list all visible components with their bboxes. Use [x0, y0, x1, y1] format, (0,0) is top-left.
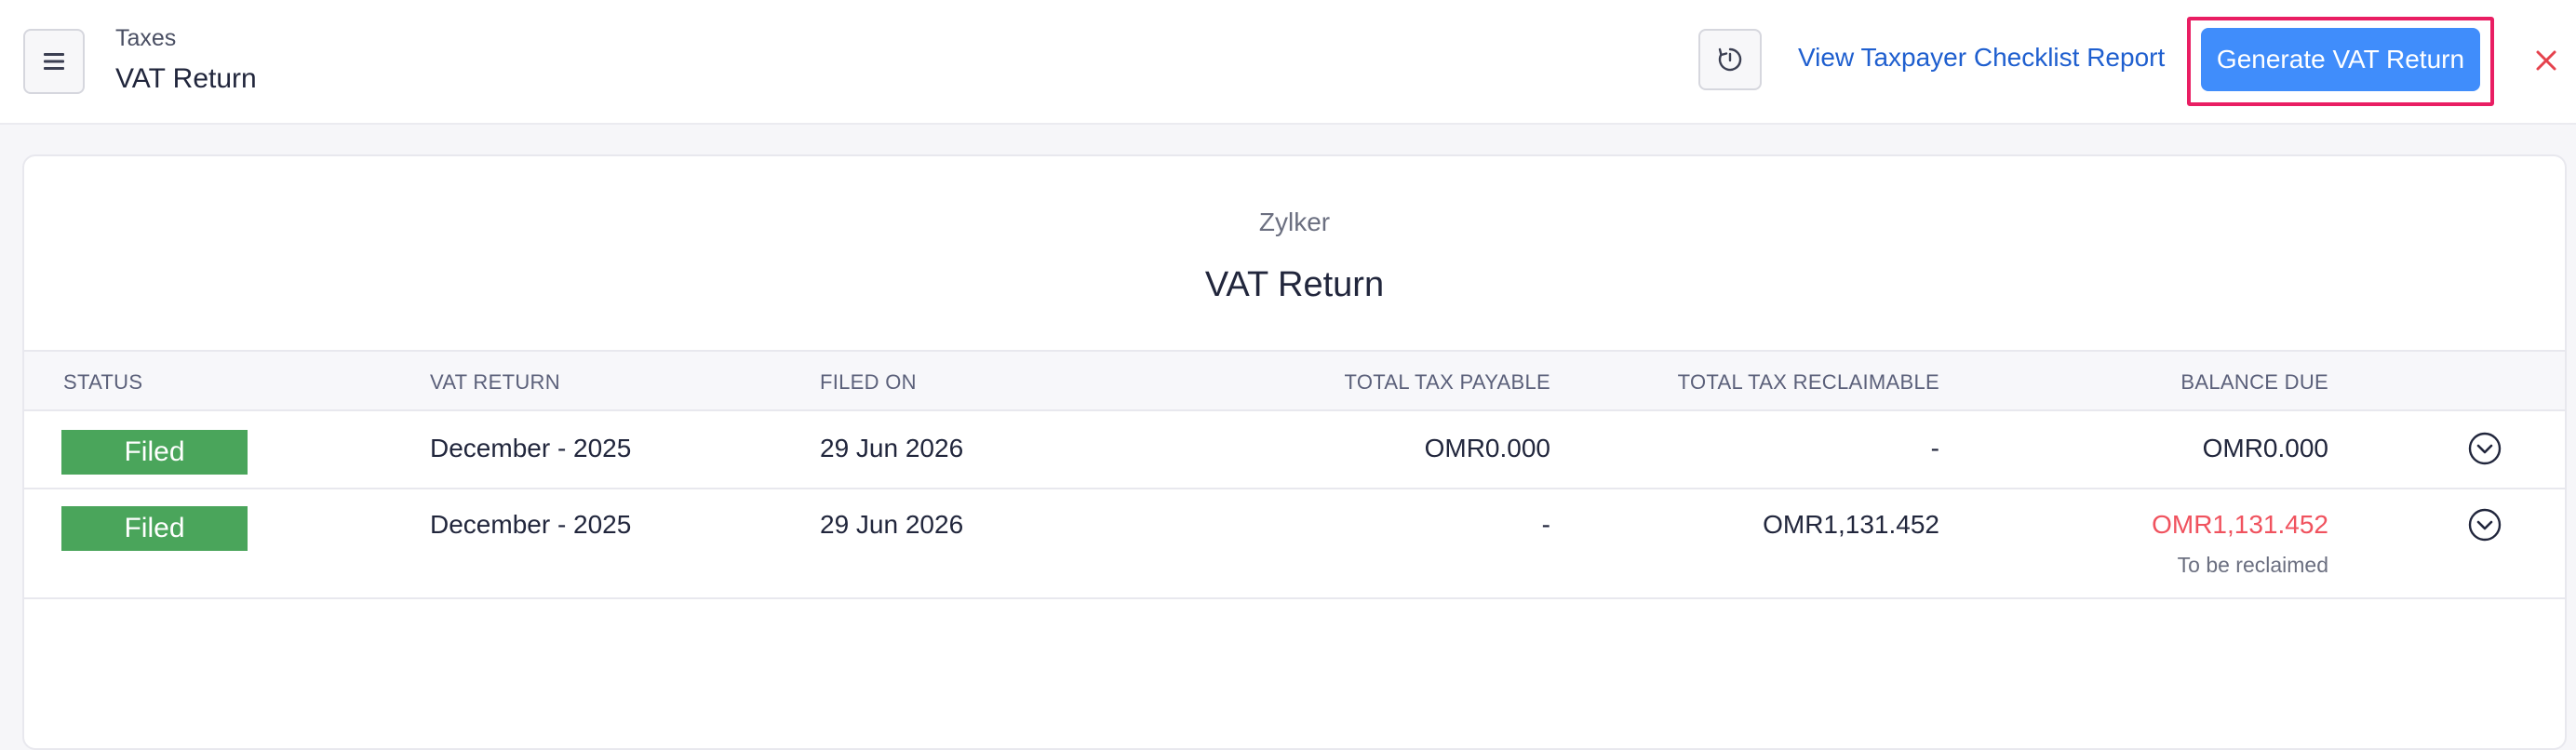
- organization-name: Zylker: [1258, 208, 1331, 236]
- top-header: Taxes VAT Return View Taxpayer Checklist…: [0, 0, 2576, 125]
- vat-return-period: December - 2025: [430, 510, 632, 539]
- total-tax-reclaimable: OMR1,131.452: [1763, 510, 1939, 539]
- total-tax-payable: -: [1541, 510, 1550, 539]
- status-badge: Filed: [61, 506, 248, 551]
- hamburger-icon: [44, 53, 64, 70]
- column-header-filed-on: FILED ON: [820, 370, 917, 394]
- close-button[interactable]: [2529, 42, 2563, 79]
- balance-due: OMR1,131.452: [2152, 510, 2328, 539]
- close-icon: [2536, 50, 2556, 71]
- balance-note: To be reclaimed: [2177, 553, 2328, 577]
- column-header-total-tax-payable: TOTAL TAX PAYABLE: [1344, 370, 1550, 394]
- expand-row-button[interactable]: [2468, 508, 2502, 542]
- table-row: Filed December - 2025 29 Jun 2026 OMR0.0…: [24, 411, 2565, 489]
- column-header-vat-return: VAT RETURN: [430, 370, 560, 394]
- filed-on-date: 29 Jun 2026: [820, 510, 964, 539]
- column-header-status: STATUS: [63, 370, 143, 394]
- total-tax-reclaimable: -: [1930, 434, 1939, 462]
- column-header-balance-due: BALANCE DUE: [2180, 370, 2328, 394]
- status-badge: Filed: [61, 430, 248, 475]
- refresh-button[interactable]: [1698, 29, 1762, 90]
- chevron-down-circle-icon: [2468, 508, 2502, 542]
- report-title: VAT Return: [1204, 265, 1385, 304]
- table-header: STATUS VAT RETURN FILED ON TOTAL TAX PAY…: [24, 350, 2565, 411]
- page-title: VAT Return: [115, 63, 257, 94]
- filed-on-date: 29 Jun 2026: [820, 434, 964, 462]
- chevron-down-circle-icon: [2468, 432, 2502, 465]
- breadcrumb: Taxes: [115, 25, 177, 51]
- report-card: Zylker VAT Return STATUS VAT RETURN FILE…: [22, 154, 2567, 750]
- total-tax-payable: OMR0.000: [1424, 434, 1550, 462]
- view-taxpayer-checklist-link[interactable]: View Taxpayer Checklist Report: [1798, 43, 2165, 73]
- vat-return-period: December - 2025: [430, 434, 632, 462]
- balance-due: OMR0.000: [2202, 434, 2328, 462]
- menu-button[interactable]: [23, 29, 85, 94]
- expand-row-button[interactable]: [2468, 432, 2502, 465]
- generate-vat-return-button[interactable]: Generate VAT Return: [2201, 28, 2480, 91]
- column-header-total-tax-reclaimable: TOTAL TAX RECLAIMABLE: [1677, 370, 1939, 394]
- table-row: Filed December - 2025 29 Jun 2026 - OMR1…: [24, 489, 2565, 599]
- refresh-icon: [1718, 47, 1742, 72]
